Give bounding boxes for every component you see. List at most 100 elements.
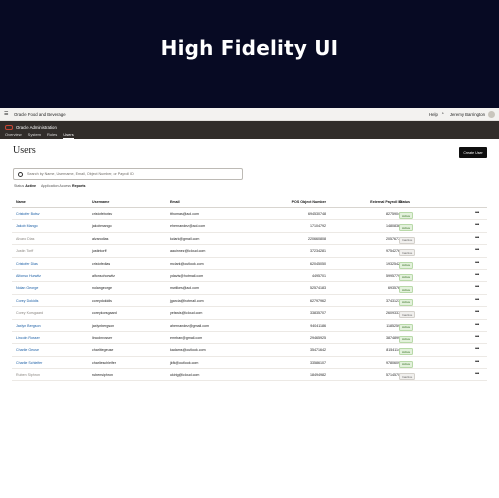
- more-horizontal-icon[interactable]: •••: [475, 260, 479, 266]
- user-name-link[interactable]: Lincoln Rosser: [16, 336, 40, 340]
- user-name-link[interactable]: Alvaro Dias: [16, 237, 34, 241]
- column-header-pos-object-number[interactable]: POS Object Number: [266, 200, 326, 204]
- user-name-link[interactable]: Charlie Schleifer: [16, 361, 42, 365]
- status-cell: Active: [399, 298, 414, 306]
- table-header: Name Username Email POS Object Number Ex…: [12, 196, 487, 208]
- tab-overview[interactable]: Overview: [5, 132, 22, 139]
- hamburger-icon[interactable]: ☰: [4, 111, 10, 117]
- user-name-link[interactable]: Jakob Mango: [16, 224, 38, 228]
- email-cell: ukirig@icloud.com: [170, 373, 200, 378]
- filter-application-access[interactable]: Application Access Reports: [41, 184, 86, 188]
- more-horizontal-icon[interactable]: •••: [475, 210, 479, 216]
- column-header-external-payroll-id[interactable]: External Payroll ID: [342, 200, 402, 204]
- user-name-link[interactable]: Nolan George: [16, 286, 38, 290]
- payroll-id-cell: 97806099: [386, 360, 402, 365]
- payroll-id-cell: 14808361: [386, 224, 402, 229]
- status-badge: Active: [399, 286, 414, 294]
- notification-icon[interactable]: ◔: [441, 111, 444, 117]
- email-cell: mclark@outlook.com: [170, 261, 204, 266]
- page-title: Users: [13, 145, 36, 156]
- user-name-link[interactable]: Corey Korsgaard: [16, 311, 43, 315]
- more-horizontal-icon[interactable]: •••: [475, 371, 479, 377]
- column-header-status[interactable]: Status: [399, 200, 410, 204]
- search-icon: [18, 171, 23, 177]
- help-link[interactable]: Help: [429, 112, 438, 117]
- more-horizontal-icon[interactable]: •••: [475, 334, 479, 340]
- table-row[interactable]: Cristofer Dias cristofedias mclark@outlook…: [12, 258, 487, 270]
- status-cell: Active: [399, 224, 414, 232]
- email-cell: jkfk@outlook.com: [170, 360, 199, 365]
- email-cell: kadams@outlook.com: [170, 348, 206, 353]
- pos-object-number-cell: 35471642: [310, 348, 326, 353]
- tab-roles[interactable]: Roles: [47, 132, 57, 139]
- status-badge: Active: [399, 212, 414, 219]
- avatar[interactable]: [488, 110, 495, 118]
- username-cell: rubensiphron: [92, 373, 113, 378]
- pos-object-number-cell: 94041186: [310, 323, 326, 328]
- column-header-email[interactable]: Email: [170, 200, 180, 204]
- email-cell: mwilkes@aol.com: [170, 286, 200, 291]
- pos-object-number-cell: 694530748: [308, 212, 326, 216]
- app-window: ☰ Oracle Food and Beverage Help ◔ Jeremy…: [0, 108, 499, 498]
- status-cell: Active: [399, 261, 414, 269]
- table-row[interactable]: Corey Dokidis coreydokidis jgarcia@hotmail…: [12, 295, 487, 308]
- column-header-name[interactable]: Name: [16, 200, 26, 204]
- payroll-id-cell: 97542767: [386, 249, 402, 254]
- table-row[interactable]: Nolan George nolangeorge mwilkes@aol.com 52…: [12, 282, 487, 295]
- more-horizontal-icon[interactable]: •••: [475, 309, 479, 315]
- more-horizontal-icon[interactable]: •••: [475, 272, 479, 278]
- user-name-link[interactable]: Jaxlyn Bergson: [16, 324, 41, 328]
- more-horizontal-icon[interactable]: •••: [475, 284, 479, 290]
- filter-status-label: Status: [14, 184, 25, 188]
- status-cell: Active: [399, 273, 414, 281]
- pos-object-number-cell: 18494982: [310, 373, 326, 378]
- email-cell: ehernandez@aol.com: [170, 224, 206, 229]
- more-horizontal-icon[interactable]: •••: [475, 235, 479, 241]
- username-cell: charlieschleifer: [92, 360, 116, 365]
- more-horizontal-icon[interactable]: •••: [475, 297, 479, 303]
- table-row[interactable]: Lincoln Rosser lincolnrosser emrban@gmail.…: [12, 332, 487, 345]
- status-cell: Active: [399, 348, 414, 356]
- status-cell: Active: [399, 335, 414, 343]
- filter-status-value: Active: [25, 184, 36, 188]
- filter-status[interactable]: Status Active: [14, 184, 36, 188]
- status-cell: Active: [399, 212, 414, 219]
- more-horizontal-icon[interactable]: •••: [475, 247, 479, 253]
- user-name[interactable]: Jeremy Barrington: [450, 112, 485, 117]
- table-row[interactable]: Alfonso Hurwitz alfonsohorwitz ydavis@hotm…: [12, 270, 487, 283]
- table-row[interactable]: Cristofer Botsv cristofebotsv tthomas@aol.…: [12, 208, 487, 221]
- more-horizontal-icon[interactable]: •••: [475, 346, 479, 352]
- table-row[interactable]: Justin Torff justintorff aauinnez@icloud.c…: [12, 245, 487, 258]
- users-table: Name Username Email POS Object Number Ex…: [12, 196, 487, 382]
- status-badge: Active: [399, 335, 414, 343]
- filter-reports-value: Reports: [71, 184, 86, 188]
- table-row[interactable]: Jakob Mango jakobmango ehernandez@aol.com 1…: [12, 220, 487, 233]
- more-horizontal-icon[interactable]: •••: [475, 222, 479, 228]
- create-user-button[interactable]: Create User: [459, 147, 487, 158]
- table-row[interactable]: Charlie Geuse charlitegeuse kadams@outlook…: [12, 344, 487, 357]
- tab-system[interactable]: System: [28, 132, 41, 139]
- app-name: Oracle Administration: [16, 124, 57, 130]
- table-row[interactable]: Ruben Siphron rubensiphron ukirig@icloud.c…: [12, 369, 487, 382]
- table-row[interactable]: Jaxlyn Bergson jaxlynbergson ahernandez@gm…: [12, 320, 487, 332]
- user-name-link[interactable]: Cristofer Botsv: [16, 212, 40, 216]
- user-name-link[interactable]: Cristofer Dias: [16, 262, 38, 266]
- search-input[interactable]: Search by Name, Username, Email, Object …: [13, 168, 243, 180]
- user-name-link[interactable]: Justin Torff: [16, 249, 33, 253]
- table-row[interactable]: Charlie Schleifer charlieschleifer jkfk@ou…: [12, 357, 487, 370]
- status-badge: Active: [399, 323, 414, 331]
- username-cell: lincolnrosser: [92, 335, 113, 340]
- table-row[interactable]: Alvaro Dias alvarodias kclark@gmail.com 220…: [12, 233, 487, 246]
- table-row[interactable]: Corey Korsgaard coreykorsgaard yelswis@icl…: [12, 307, 487, 320]
- user-name-link[interactable]: Alfonso Hurwitz: [16, 274, 41, 278]
- tab-users[interactable]: Users: [63, 132, 74, 139]
- column-header-username[interactable]: Username: [92, 200, 109, 204]
- more-horizontal-icon[interactable]: •••: [475, 359, 479, 365]
- user-name-link[interactable]: Charlie Geuse: [16, 348, 39, 352]
- more-horizontal-icon[interactable]: •••: [475, 322, 479, 328]
- user-name-link[interactable]: Ruben Siphron: [16, 373, 40, 377]
- top-bar: ☰ Oracle Food and Beverage Help ◔ Jeremy…: [0, 108, 499, 121]
- user-name-link[interactable]: Corey Dokidis: [16, 299, 38, 303]
- filter-application-access-label: Application Access: [41, 184, 71, 188]
- username-cell: coreykorsgaard: [92, 311, 117, 316]
